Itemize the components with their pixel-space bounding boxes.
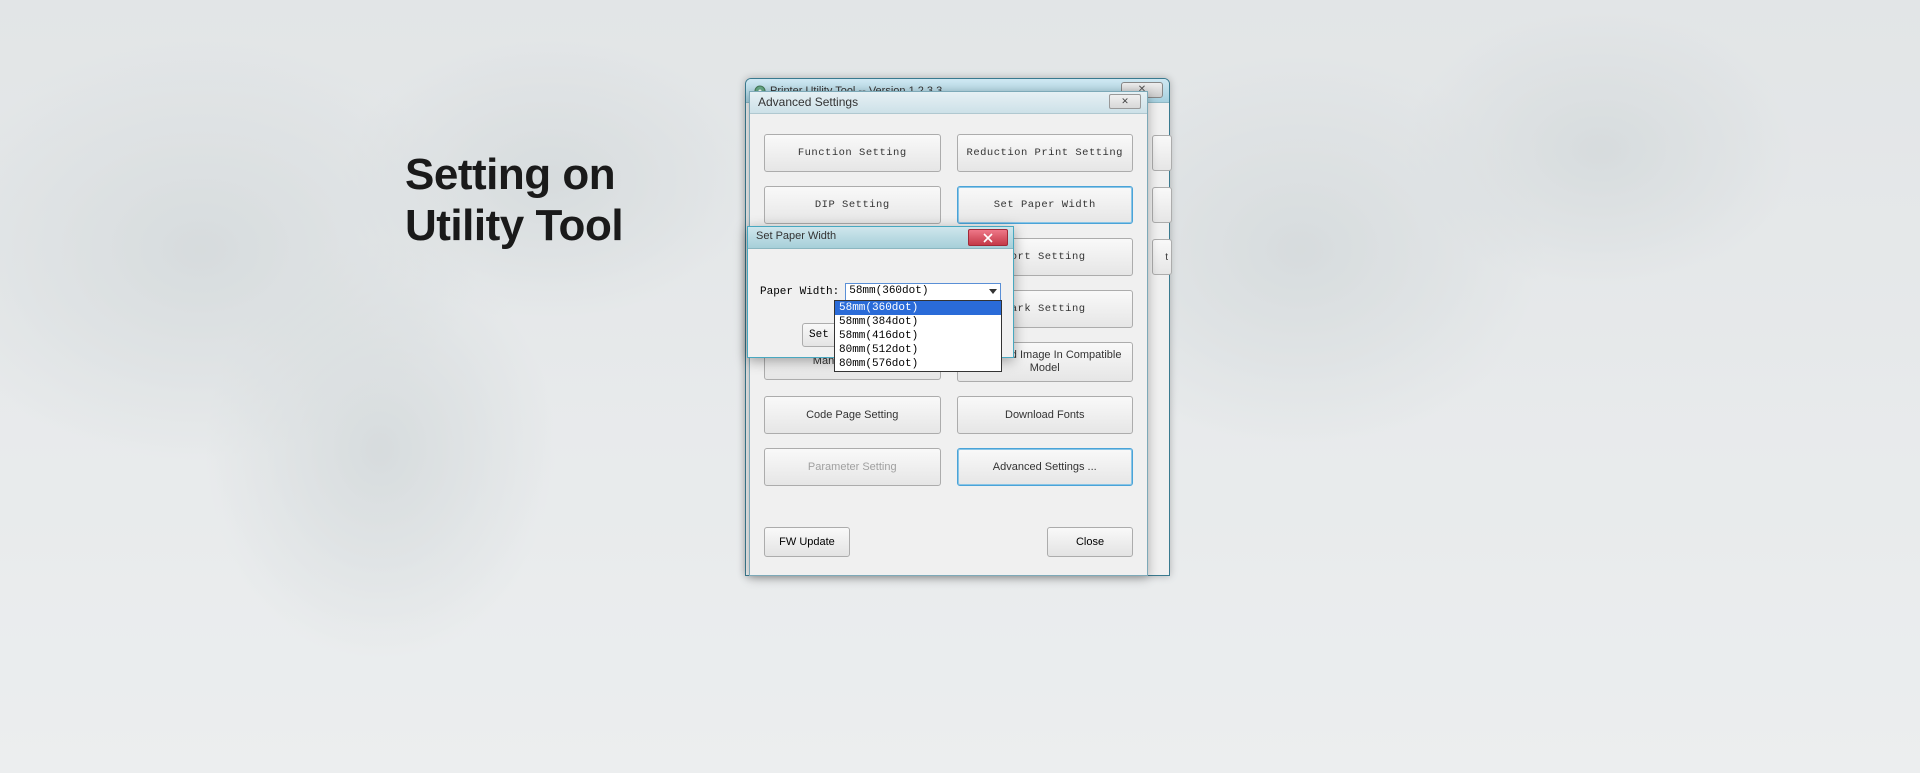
dropdown-option[interactable]: 58mm(384dot) <box>835 315 1001 329</box>
spw-title-text: Set Paper Width <box>756 230 836 242</box>
parameter-setting-button: Parameter Setting <box>764 448 941 486</box>
peek-button-1[interactable] <box>1152 135 1172 171</box>
close-icon <box>983 233 993 243</box>
dropdown-option[interactable]: 58mm(416dot) <box>835 329 1001 343</box>
dip-setting-button[interactable]: DIP Setting <box>764 186 941 224</box>
adv-titlebar[interactable]: Advanced Settings <box>750 92 1147 114</box>
headline-line1: Setting on <box>405 150 615 199</box>
set-paper-width-button[interactable]: Set Paper Width <box>957 186 1134 224</box>
code-page-setting-button[interactable]: Code Page Setting <box>764 396 941 434</box>
paper-width-value: 58mm(360dot) <box>849 285 928 297</box>
paper-width-select[interactable]: 58mm(360dot) <box>845 283 1001 301</box>
adv-close-button[interactable]: ✕ <box>1109 94 1141 109</box>
close-icon: ✕ <box>1121 96 1129 106</box>
close-button[interactable]: Close <box>1047 527 1133 557</box>
function-setting-button[interactable]: Function Setting <box>764 134 941 172</box>
advanced-settings-button[interactable]: Advanced Settings ... <box>957 448 1134 486</box>
adv-title-text: Advanced Settings <box>758 95 858 109</box>
fw-update-button[interactable]: FW Update <box>764 527 850 557</box>
dropdown-option[interactable]: 80mm(576dot) <box>835 357 1001 371</box>
dropdown-option[interactable]: 80mm(512dot) <box>835 343 1001 357</box>
download-fonts-button[interactable]: Download Fonts <box>957 396 1134 434</box>
reduction-print-button[interactable]: Reduction Print Setting <box>957 134 1134 172</box>
page-headline: Setting on Utility Tool <box>405 150 623 251</box>
spw-close-button[interactable] <box>968 229 1008 246</box>
peek-button-3[interactable]: t <box>1152 239 1172 275</box>
dropdown-option[interactable]: 58mm(360dot) <box>835 301 1001 315</box>
paper-width-dropdown[interactable]: 58mm(360dot) 58mm(384dot) 58mm(416dot) 8… <box>834 300 1002 372</box>
headline-line2: Utility Tool <box>405 201 623 250</box>
paper-width-label: Paper Width: <box>760 286 839 298</box>
peek-button-2[interactable] <box>1152 187 1172 223</box>
